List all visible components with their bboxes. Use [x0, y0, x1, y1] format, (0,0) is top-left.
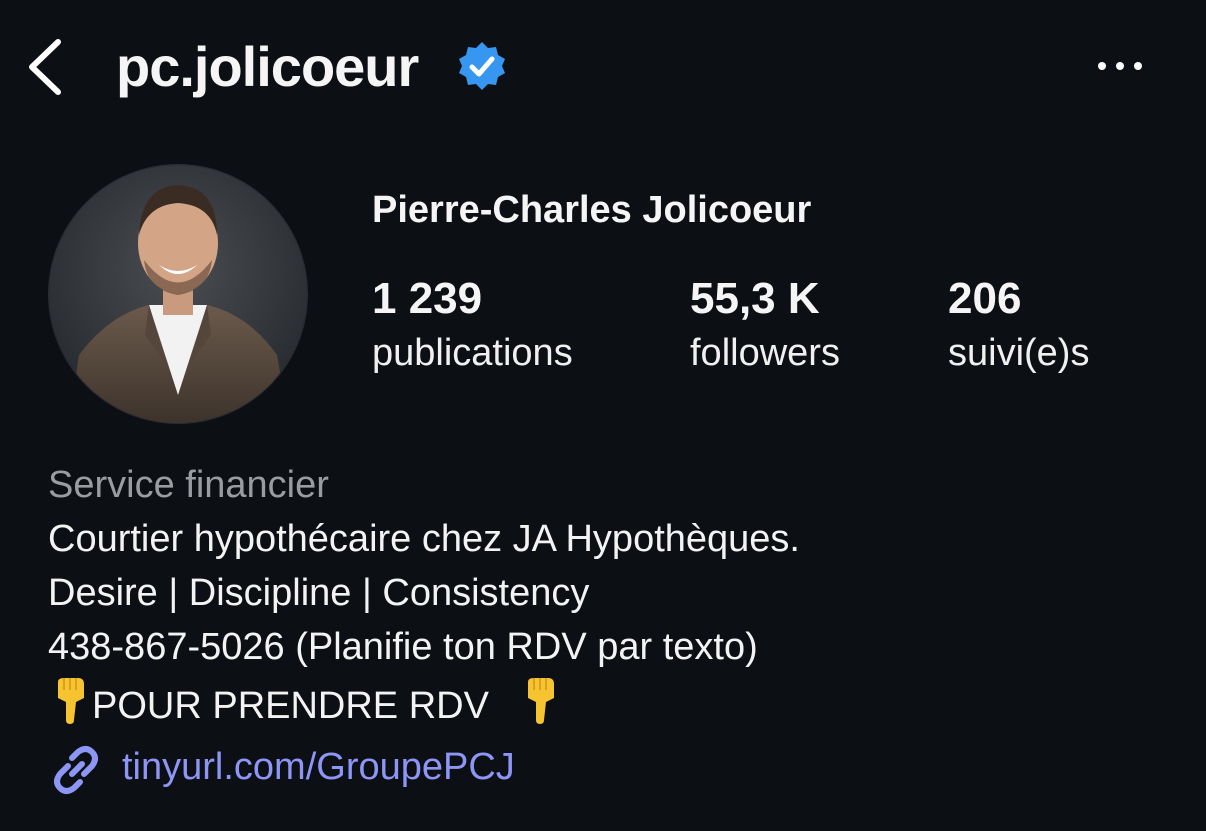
link-icon: [54, 746, 98, 794]
stat-followers-label: followers: [690, 332, 840, 374]
pointing-down-hand-icon: [58, 678, 84, 724]
profile-link-text[interactable]: tinyurl.com/GroupePCJ: [122, 742, 515, 792]
stat-following-count: 206: [948, 274, 1022, 323]
bio-line-3[interactable]: 438-867-5026 (Planifie ton RDV par texto…: [48, 622, 758, 672]
back-button[interactable]: [22, 32, 72, 102]
bio-line-2: Desire | Discipline | Consistency: [48, 572, 590, 614]
profile-category: Service financier: [48, 464, 329, 506]
verified-badge-icon: [459, 42, 505, 90]
profile-username: pc.jolicoeur: [116, 35, 419, 98]
bio-line-3-text[interactable]: 438-867-5026 (Planifie ton RDV par texto…: [48, 626, 758, 668]
stat-following-label: suivi(e)s: [948, 332, 1090, 374]
stat-followers[interactable]: 55,3 K followers: [690, 270, 840, 378]
stat-following[interactable]: 206 suivi(e)s: [948, 270, 1089, 378]
pointing-down-hand-icon: [527, 678, 554, 724]
profile-header: pc.jolicoeur: [0, 0, 1206, 135]
chevron-left-icon: [29, 39, 61, 95]
stat-followers-count: 55,3 K: [690, 274, 820, 323]
bio-line-4: POUR PRENDRE RDV: [48, 676, 562, 731]
more-options-button[interactable]: [1094, 50, 1150, 82]
bio-line-1: Courtier hypothécaire chez JA Hypothèque…: [48, 518, 800, 560]
stat-publications[interactable]: 1 239 publications: [372, 270, 573, 378]
avatar-portrait-image: [49, 165, 307, 423]
profile-avatar[interactable]: [48, 164, 308, 424]
more-horizontal-icon: [1098, 62, 1142, 70]
stat-publications-label: publications: [372, 332, 573, 374]
stat-publications-count: 1 239: [372, 274, 483, 323]
profile-display-name: Pierre-Charles Jolicoeur: [372, 189, 812, 231]
bio-line-4-text: POUR PRENDRE RDV: [92, 685, 489, 727]
